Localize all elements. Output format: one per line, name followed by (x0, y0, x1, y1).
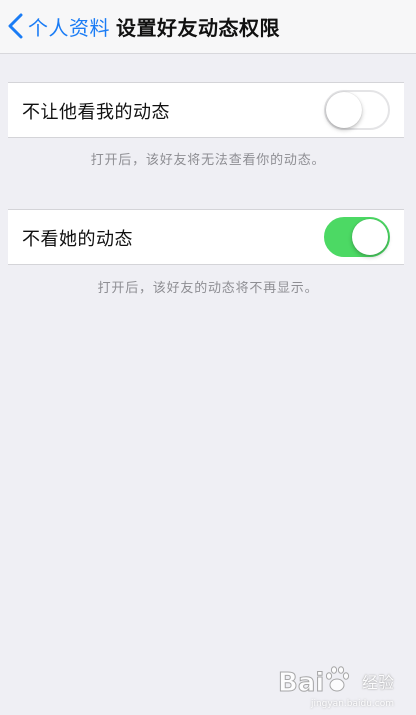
watermark-url: jingyan.baidu.com (310, 699, 394, 709)
back-button-label: 个人资料 (28, 15, 110, 40)
hide-her-moments-toggle[interactable] (324, 217, 390, 257)
setting-label: 不看她的动态 (22, 229, 133, 250)
setting-label: 不让他看我的动态 (22, 102, 170, 123)
toggle-knob (326, 92, 362, 128)
hide-my-moments-toggle[interactable] (324, 90, 390, 130)
setting-footnote: 打开后，该好友的动态将不再显示。 (97, 281, 319, 296)
setting-row-hide-my-moments: 不让他看我的动态 (8, 82, 404, 138)
watermark-text: 经验 (361, 673, 394, 692)
navigation-bar: 个人资料 设置好友动态权限 (0, 0, 416, 54)
svg-text:Bai: Bai (278, 668, 324, 695)
toggle-knob (352, 219, 388, 255)
baidu-jingyan-watermark: Bai 经验 jingyan.baidu.com (278, 661, 394, 709)
setting-row-hide-her-moments: 不看她的动态 (8, 209, 404, 265)
chevron-left-icon (8, 13, 23, 39)
back-button[interactable]: 个人资料 (6, 10, 110, 42)
setting-footnote: 打开后，该好友将无法查看你的动态。 (90, 153, 326, 168)
page-title: 设置好友动态权限 (116, 16, 280, 40)
baidu-logo-icon: Bai (278, 666, 350, 695)
